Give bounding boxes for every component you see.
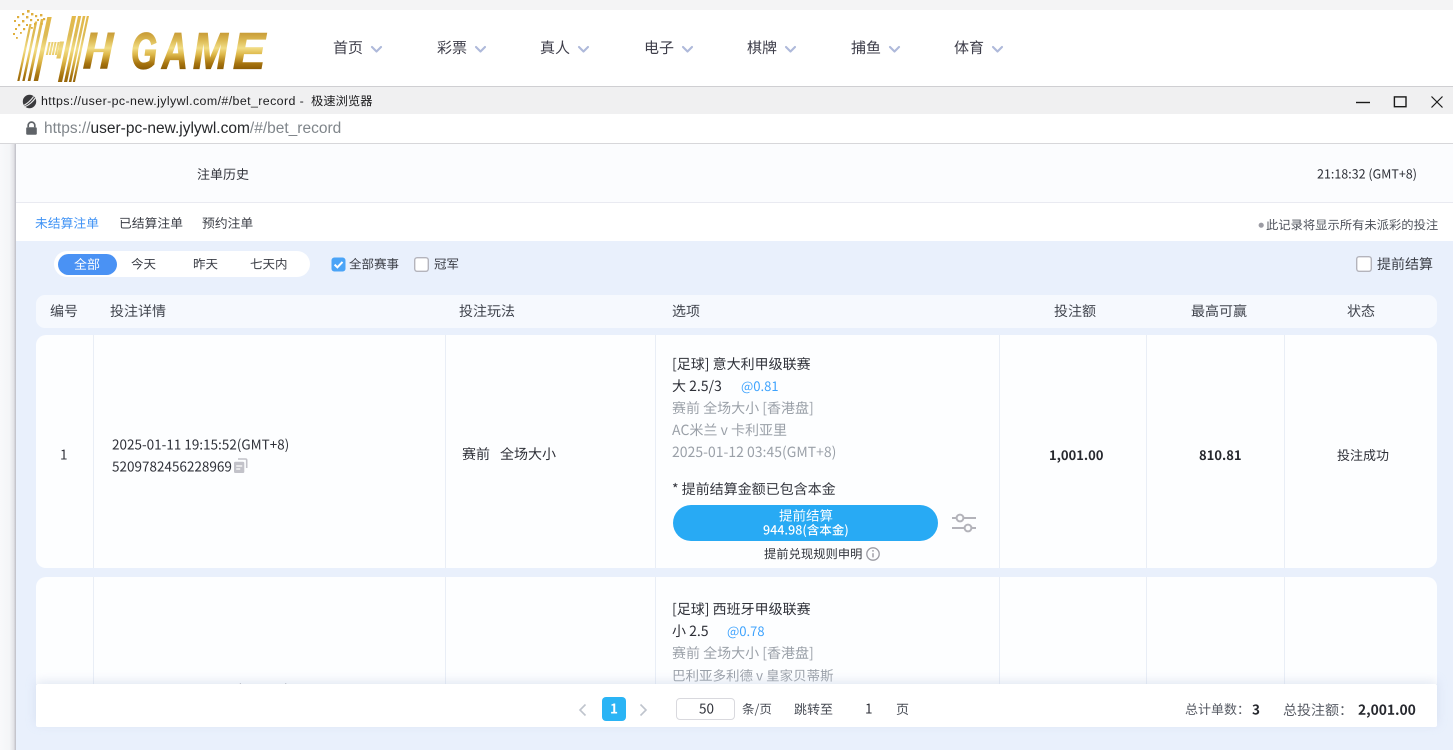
svg-text:E: E: [233, 22, 267, 79]
svg-text:A: A: [161, 23, 188, 80]
svg-text:M: M: [193, 23, 229, 80]
svg-text:G: G: [131, 24, 157, 81]
